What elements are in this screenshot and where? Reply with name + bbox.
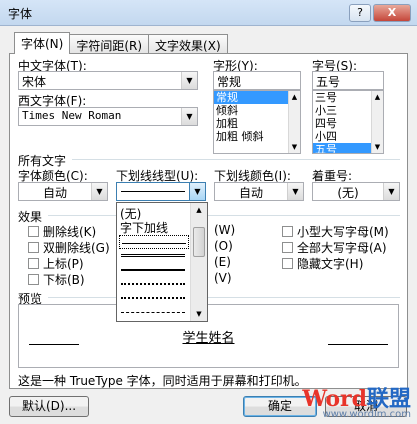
engrave-checkbox-label[interactable]: (V) <box>214 271 232 285</box>
double-strikethrough-checkbox[interactable]: 双删除线(G) <box>28 239 110 256</box>
underline-color-combo[interactable]: 自动 ▼ <box>214 182 304 201</box>
dropdown-item-dotted[interactable] <box>121 283 185 285</box>
superscript-checkbox[interactable]: 上标(P) <box>28 255 84 272</box>
font-description: 这是一种 TrueType 字体，同时适用于屏幕和打印机。 <box>18 374 307 388</box>
font-style-list[interactable]: 常规 倾斜 加粗 加粗 倾斜 ▲ ▼ <box>213 90 301 154</box>
tab-font[interactable]: 字体(N) <box>14 32 71 54</box>
close-button[interactable]: X <box>373 4 411 22</box>
help-button[interactable]: ? <box>349 4 371 22</box>
subscript-checkbox[interactable]: 下标(B) <box>28 271 85 288</box>
chinese-font-combo[interactable]: 宋体 ▼ <box>18 71 198 90</box>
western-font-combo[interactable]: Times New Roman ▼ <box>18 107 198 126</box>
chevron-down-icon[interactable]: ▼ <box>383 183 399 200</box>
underline-color-value: 自动 <box>238 186 263 200</box>
scroll-thumb[interactable] <box>193 227 205 257</box>
default-button[interactable]: 默认(D)... <box>9 396 89 417</box>
chevron-down-icon[interactable]: ▼ <box>181 108 197 125</box>
title-bar: 字体 ? X <box>0 0 417 26</box>
emboss-checkbox-label[interactable]: (E) <box>214 255 231 269</box>
group-divider <box>72 159 400 160</box>
font-color-combo[interactable]: 自动 ▼ <box>18 182 108 201</box>
hidden-text-checkbox[interactable]: 隐藏文字(H) <box>282 255 363 272</box>
chinese-font-value: 宋体 <box>22 75 47 89</box>
group-divider <box>48 297 400 298</box>
scroll-up-icon[interactable]: ▲ <box>191 203 207 217</box>
scroll-down-icon[interactable]: ▼ <box>289 141 300 153</box>
underline-style-combo[interactable]: ▼ <box>116 182 206 201</box>
scroll-down-icon[interactable]: ▼ <box>372 141 383 153</box>
dropdown-scrollbar[interactable]: ▲ ▼ <box>190 203 207 321</box>
preview-box: 学生姓名 <box>18 304 399 368</box>
font-tab-panel: 中文字体(T): 宋体 ▼ 西文字体(F): Times New Roman ▼… <box>9 53 408 389</box>
underline-sample-line <box>121 191 185 192</box>
style-list-scrollbar[interactable]: ▲ ▼ <box>288 91 300 153</box>
chevron-down-icon[interactable]: ▼ <box>91 183 107 200</box>
dropdown-item-focus[interactable] <box>119 235 189 249</box>
small-caps-checkbox[interactable]: 小型大写字母(M) <box>282 223 389 240</box>
strikethrough-checkbox[interactable]: 删除线(K) <box>28 223 96 240</box>
scroll-up-icon[interactable]: ▲ <box>289 91 300 103</box>
font-size-list[interactable]: 三号 小三 四号 小四 五号 ▲ ▼ <box>312 90 384 154</box>
font-color-value: 自动 <box>42 186 67 200</box>
size-list-scrollbar[interactable]: ▲ ▼ <box>371 91 383 153</box>
dropdown-item-words-only[interactable]: 字下加线 <box>120 219 168 236</box>
group-divider <box>48 215 400 216</box>
western-font-value: Times New Roman <box>22 109 122 122</box>
dropdown-item-thick[interactable] <box>121 269 185 271</box>
window-title: 字体 <box>8 7 33 21</box>
font-size-input[interactable]: 五号 <box>312 71 384 90</box>
preview-rule-right <box>328 344 388 345</box>
emphasis-mark-value: (无) <box>337 186 359 200</box>
dropdown-item-double[interactable] <box>121 254 185 257</box>
outline-checkbox-label[interactable]: (O) <box>214 239 233 253</box>
dropdown-item-dotted-heavy[interactable] <box>121 297 185 299</box>
scroll-up-icon[interactable]: ▲ <box>372 91 383 103</box>
chevron-down-icon[interactable]: ▼ <box>189 183 205 200</box>
all-caps-checkbox[interactable]: 全部大写字母(A) <box>282 239 387 256</box>
underline-style-dropdown[interactable]: (无) 字下加线 ▲ ▼ <box>116 202 208 322</box>
tab-text-effects[interactable]: 文字效果(X) <box>148 34 228 54</box>
watermark-logo: Word联盟 www.wordlm.com <box>302 381 411 420</box>
tab-character-spacing[interactable]: 字符间距(R) <box>69 34 150 54</box>
emphasis-mark-combo[interactable]: (无) ▼ <box>312 182 400 201</box>
font-style-input[interactable]: 常规 <box>213 71 301 90</box>
dropdown-item-dashed[interactable] <box>121 312 185 313</box>
chevron-down-icon[interactable]: ▼ <box>287 183 303 200</box>
shadow-checkbox-label[interactable]: (W) <box>214 223 235 237</box>
chevron-down-icon[interactable]: ▼ <box>181 72 197 89</box>
tab-strip: 字体(N) 字符间距(R) 文字效果(X) <box>14 32 228 54</box>
scroll-down-icon[interactable]: ▼ <box>191 307 207 321</box>
